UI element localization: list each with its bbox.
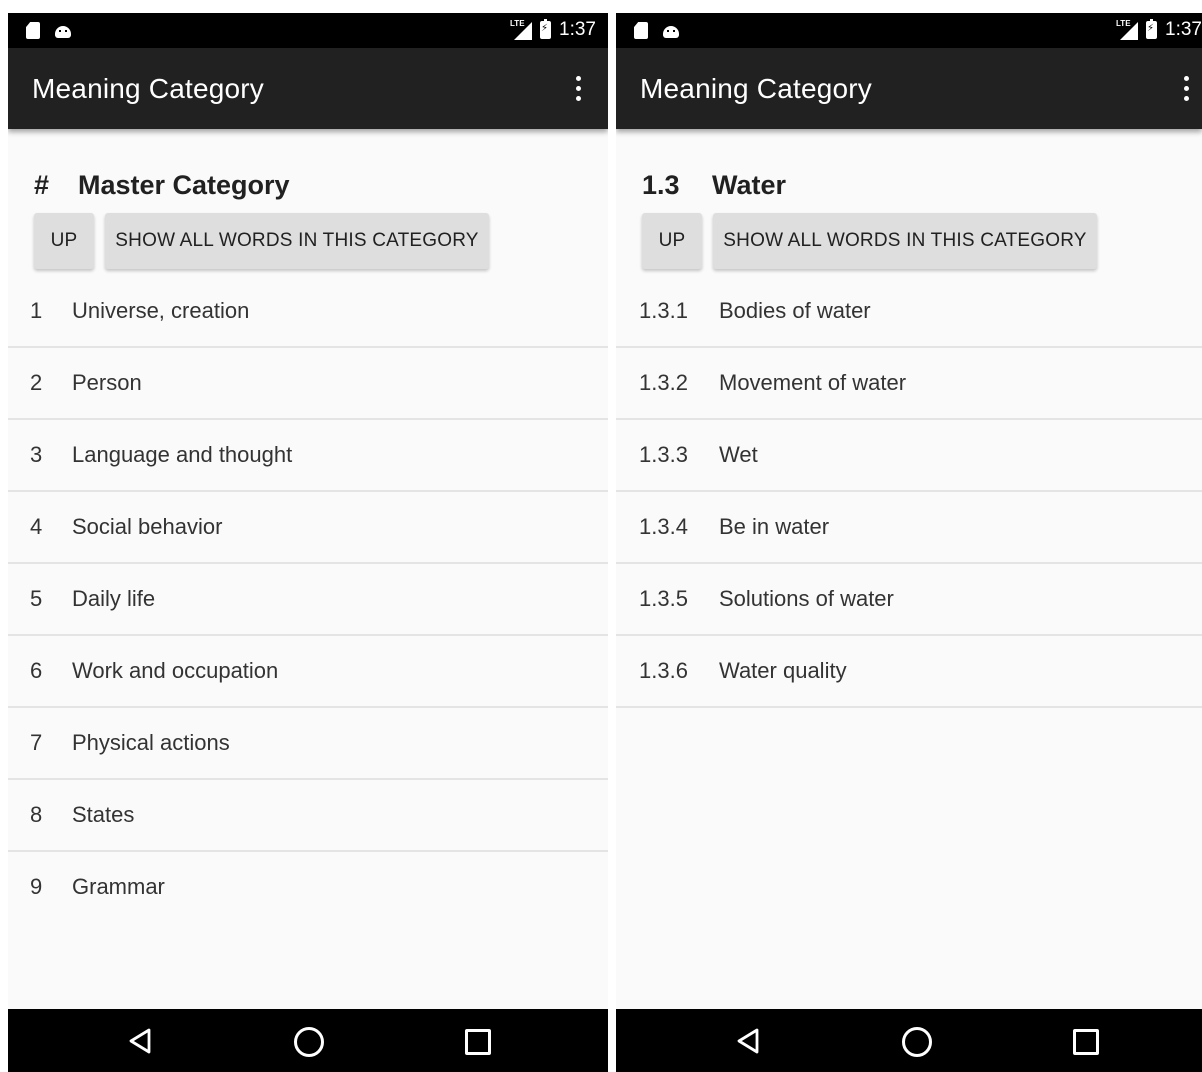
recents-icon[interactable] xyxy=(1073,1029,1099,1055)
button-row: UP SHOW ALL WORDS IN THIS CATEGORY xyxy=(34,213,489,269)
item-number: 6 xyxy=(30,658,43,683)
app-bar: Meaning Category xyxy=(8,48,608,129)
item-number: 8 xyxy=(30,802,43,827)
item-number: 4 xyxy=(30,514,43,539)
item-label: Daily life xyxy=(72,586,156,611)
list-item[interactable]: 2 Person xyxy=(8,348,608,420)
list-item[interactable]: 1.3.4 Be in water xyxy=(616,492,1202,564)
item-label: Language and thought xyxy=(72,442,293,467)
status-right: LTE 1:37 xyxy=(1116,19,1202,41)
category-name: Master Category xyxy=(78,170,290,200)
item-label: Social behavior xyxy=(72,514,223,539)
battery-charging-icon xyxy=(1146,19,1158,39)
list-item[interactable]: 5 Daily life xyxy=(8,564,608,636)
battery-charging-icon xyxy=(540,19,552,39)
phone-screen-water: LTE 1:37 Meaning Category 1.3 Water UP S… xyxy=(616,13,1202,1072)
recents-icon[interactable] xyxy=(465,1029,491,1055)
category-list: 1 Universe, creation 2 Person 3 Language an… xyxy=(8,276,608,922)
screenshot-stage: LTE 1:37 Meaning Category # Master Categ… xyxy=(0,0,1202,1072)
home-icon[interactable] xyxy=(294,1027,324,1057)
up-button[interactable]: UP xyxy=(642,213,702,269)
button-row: UP SHOW ALL WORDS IN THIS CATEGORY xyxy=(642,213,1097,269)
android-icon xyxy=(662,22,680,38)
signal-icon: LTE xyxy=(1116,19,1139,40)
category-header: # Master Category xyxy=(34,170,290,201)
list-item[interactable]: 1.3.2 Movement of water xyxy=(616,348,1202,420)
phone-screen-master: LTE 1:37 Meaning Category # Master Categ… xyxy=(8,13,608,1072)
category-header: 1.3 Water xyxy=(642,170,786,201)
item-label: Grammar xyxy=(72,874,165,899)
list-item[interactable]: 7 Physical actions xyxy=(8,708,608,780)
item-label: Person xyxy=(72,370,142,395)
list-item[interactable]: 8 States xyxy=(8,780,608,852)
home-icon[interactable] xyxy=(902,1027,932,1057)
show-all-words-button[interactable]: SHOW ALL WORDS IN THIS CATEGORY xyxy=(713,213,1097,269)
item-number: 3 xyxy=(30,442,43,467)
list-item[interactable]: 9 Grammar xyxy=(8,852,608,922)
item-label: Be in water xyxy=(719,514,830,539)
signal-icon: LTE xyxy=(510,19,533,40)
item-label: Wet xyxy=(719,442,758,467)
list-item[interactable]: 1 Universe, creation xyxy=(8,276,608,348)
list-item[interactable]: 1.3.1 Bodies of water xyxy=(616,276,1202,348)
back-icon[interactable] xyxy=(128,1028,152,1054)
status-right: LTE 1:37 xyxy=(510,19,596,41)
category-list: 1.3.1 Bodies of water 1.3.2 Movement of wa… xyxy=(616,276,1202,708)
item-label: States xyxy=(72,802,135,827)
android-icon xyxy=(54,22,72,38)
list-item[interactable]: 6 Work and occupation xyxy=(8,636,608,708)
item-number: 7 xyxy=(30,730,43,755)
item-number: 1.3.3 xyxy=(639,442,688,467)
item-label: Work and occupation xyxy=(72,658,279,683)
list-item[interactable]: 1.3.6 Water quality xyxy=(616,636,1202,708)
item-number: 1.3.5 xyxy=(639,586,688,611)
app-bar: Meaning Category xyxy=(616,48,1202,129)
status-left xyxy=(634,22,680,39)
category-number: # xyxy=(34,170,50,200)
item-number: 2 xyxy=(30,370,43,395)
navigation-bar xyxy=(8,1009,608,1072)
status-bar: LTE 1:37 xyxy=(8,13,608,48)
item-label: Solutions of water xyxy=(719,586,894,611)
item-number: 1 xyxy=(30,298,43,323)
item-number: 1.3.1 xyxy=(639,298,688,323)
item-number: 1.3.6 xyxy=(639,658,688,683)
up-button[interactable]: UP xyxy=(34,213,94,269)
list-item[interactable]: 1.3.5 Solutions of water xyxy=(616,564,1202,636)
item-label: Bodies of water xyxy=(719,298,871,323)
item-label: Physical actions xyxy=(72,730,230,755)
item-label: Movement of water xyxy=(719,370,907,395)
sd-card-icon xyxy=(26,22,40,39)
item-number: 9 xyxy=(30,874,43,899)
item-number: 1.3.2 xyxy=(639,370,688,395)
category-number: 1.3 xyxy=(642,170,680,200)
item-label: Water quality xyxy=(719,658,847,683)
item-number: 5 xyxy=(30,586,43,611)
status-left xyxy=(26,22,72,39)
item-number: 1.3.4 xyxy=(639,514,688,539)
sd-card-icon xyxy=(634,22,648,39)
status-time: 1:37 xyxy=(1165,19,1202,40)
item-label: Universe, creation xyxy=(72,298,250,323)
list-item[interactable]: 1.3.3 Wet xyxy=(616,420,1202,492)
status-bar: LTE 1:37 xyxy=(616,13,1202,48)
overflow-menu-icon[interactable] xyxy=(576,76,582,102)
category-name: Water xyxy=(712,170,787,200)
list-item[interactable]: 3 Language and thought xyxy=(8,420,608,492)
navigation-bar xyxy=(616,1009,1202,1072)
app-title: Meaning Category xyxy=(32,73,264,104)
overflow-menu-icon[interactable] xyxy=(1184,76,1190,102)
status-time: 1:37 xyxy=(559,19,596,40)
show-all-words-button[interactable]: SHOW ALL WORDS IN THIS CATEGORY xyxy=(105,213,489,269)
back-icon[interactable] xyxy=(736,1028,760,1054)
app-title: Meaning Category xyxy=(640,73,872,104)
list-item[interactable]: 4 Social behavior xyxy=(8,492,608,564)
